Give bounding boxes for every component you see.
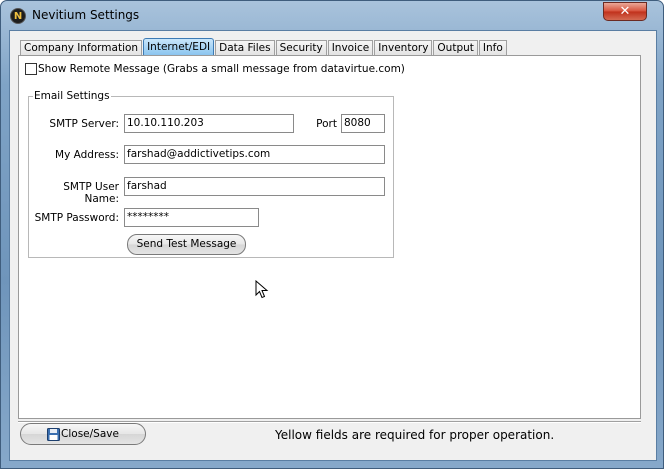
floppy-disk-icon	[47, 427, 61, 441]
title-bar[interactable]: N Nevitium Settings ✕	[1, 1, 663, 29]
email-settings-legend: Email Settings	[33, 90, 111, 102]
smtp-password-input[interactable]: ********	[124, 208, 259, 227]
mouse-pointer-icon	[255, 280, 269, 299]
smtp-server-input[interactable]: 10.10.110.203	[124, 114, 294, 133]
tab-data-files[interactable]: Data Files	[215, 40, 275, 56]
show-remote-message-row[interactable]: Show Remote Message (Grabs a small messa…	[25, 63, 405, 75]
window-title: Nevitium Settings	[32, 8, 140, 22]
smtp-server-label: SMTP Server:	[49, 118, 119, 130]
tab-invoice[interactable]: Invoice	[327, 40, 374, 56]
status-message: Yellow fields are required for proper op…	[275, 428, 555, 442]
close-save-label: Close/Save	[61, 428, 119, 440]
tab-internet-edi[interactable]: Internet/EDI	[143, 38, 215, 56]
tab-security[interactable]: Security	[275, 40, 327, 56]
smtp-user-name-input[interactable]: farshad	[124, 177, 385, 196]
close-save-button[interactable]: Close/Save	[20, 423, 146, 445]
internet-edi-panel: Show Remote Message (Grabs a small messa…	[18, 55, 641, 419]
tab-inventory[interactable]: Inventory	[374, 40, 433, 56]
smtp-password-label: SMTP Password:	[34, 212, 119, 224]
tab-info[interactable]: Info	[478, 40, 507, 56]
close-window-button[interactable]: ✕	[603, 2, 647, 21]
tab-company-information[interactable]: Company Information	[20, 40, 143, 56]
tab-strip: Company Information Internet/EDI Data Fi…	[20, 38, 508, 56]
my-address-label: My Address:	[55, 149, 119, 161]
settings-window: N Nevitium Settings ✕ Company Informatio…	[0, 0, 664, 469]
port-label: Port	[316, 118, 337, 130]
smtp-user-name-label: SMTP User Name:	[63, 181, 119, 205]
show-remote-message-label: Show Remote Message (Grabs a small messa…	[38, 63, 405, 75]
app-logo-icon: N	[10, 8, 26, 24]
port-input[interactable]: 8080	[341, 114, 385, 133]
tab-output[interactable]: Output	[433, 40, 478, 56]
email-settings-group: Email Settings SMTP Server: 10.10.110.20…	[28, 90, 394, 258]
show-remote-message-checkbox[interactable]	[25, 63, 37, 75]
send-test-message-button[interactable]: Send Test Message	[127, 234, 246, 255]
dialog-body: Company Information Internet/EDI Data Fi…	[9, 30, 657, 461]
my-address-input[interactable]: farshad@addictivetips.com	[124, 145, 385, 164]
